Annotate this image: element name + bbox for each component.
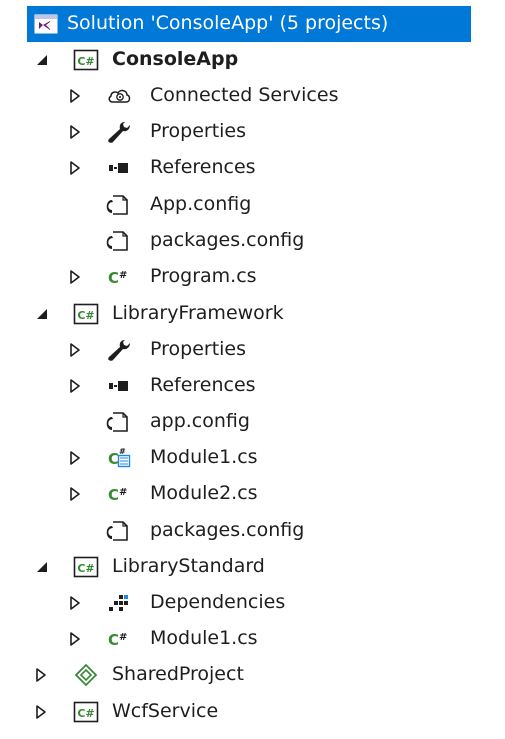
solution-explorer-tree: Solution 'ConsoleApp' (5 projects) Conso… — [0, 0, 505, 739]
references-icon — [106, 374, 132, 398]
config-file-icon — [104, 229, 130, 253]
shared-project-icon — [73, 663, 99, 687]
tree-item-label: Properties — [150, 120, 247, 142]
csharp-file-icon — [106, 482, 132, 506]
tree-item-properties[interactable]: Properties — [0, 114, 505, 150]
tree-item-module1-cs[interactable]: Module1.cs — [0, 440, 505, 476]
csharp-project-icon — [73, 48, 99, 72]
csharp-project-icon — [73, 555, 99, 579]
tree-item-properties[interactable]: Properties — [0, 332, 505, 368]
collapsed-arrow-icon[interactable] — [68, 269, 82, 285]
cloud-icon — [106, 84, 132, 108]
tree-item-dependencies[interactable]: Dependencies — [0, 585, 505, 621]
csharp-designer-icon — [106, 446, 132, 470]
dependencies-icon — [106, 591, 132, 615]
tree-item-label: Module1.cs — [150, 627, 258, 649]
csharp-file-icon — [106, 627, 132, 651]
project-node-sharedproject[interactable]: SharedProject — [0, 657, 505, 693]
tree-item-label: References — [150, 156, 256, 178]
tree-item-connected-services[interactable]: Connected Services — [0, 78, 505, 114]
tree-item-packages-config[interactable]: packages.config — [0, 513, 505, 549]
expanded-arrow-icon[interactable] — [35, 52, 49, 68]
tree-item-references[interactable]: References — [0, 368, 505, 404]
config-file-icon — [104, 410, 130, 434]
tree-item-label: Connected Services — [150, 84, 339, 106]
tree-item-label: packages.config — [150, 229, 305, 251]
tree-item-module1-cs[interactable]: Module1.cs — [0, 621, 505, 657]
project-node-consoleapp[interactable]: ConsoleApp — [0, 42, 505, 78]
project-label: LibraryFramework — [112, 302, 284, 324]
tree-item-module2-cs[interactable]: Module2.cs — [0, 476, 505, 512]
project-label: SharedProject — [112, 663, 244, 685]
tree-item-label: packages.config — [150, 519, 305, 541]
solution-label: Solution 'ConsoleApp' (5 projects) — [67, 12, 389, 34]
tree-item-app-config[interactable]: App.config — [0, 187, 505, 223]
project-node-wcfservice[interactable]: WcfService — [0, 694, 505, 730]
config-file-icon — [104, 519, 130, 543]
tree-item-label: Module2.cs — [150, 482, 258, 504]
collapsed-arrow-icon[interactable] — [34, 667, 48, 683]
project-node-libraryframework[interactable]: LibraryFramework — [0, 296, 505, 332]
project-label: ConsoleApp — [112, 48, 239, 70]
tree-item-references[interactable]: References — [0, 150, 505, 186]
collapsed-arrow-icon[interactable] — [68, 124, 82, 140]
solution-node[interactable]: Solution 'ConsoleApp' (5 projects) — [27, 6, 471, 42]
collapsed-arrow-icon[interactable] — [34, 704, 48, 720]
wrench-icon — [106, 120, 132, 144]
collapsed-arrow-icon[interactable] — [68, 378, 82, 394]
tree-item-label: Properties — [150, 338, 247, 360]
csharp-project-icon — [73, 302, 99, 326]
tree-item-label: app.config — [150, 410, 250, 432]
csharp-file-icon — [106, 265, 132, 289]
tree-item-packages-config[interactable]: packages.config — [0, 223, 505, 259]
collapsed-arrow-icon[interactable] — [68, 595, 82, 611]
csharp-project-icon — [73, 700, 99, 724]
expanded-arrow-icon[interactable] — [35, 559, 49, 575]
tree-item-label: Module1.cs — [150, 446, 258, 468]
tree-item-app-config[interactable]: app.config — [0, 404, 505, 440]
collapsed-arrow-icon[interactable] — [68, 631, 82, 647]
tree-item-label: References — [150, 374, 256, 396]
collapsed-arrow-icon[interactable] — [68, 450, 82, 466]
config-file-icon — [104, 193, 130, 217]
collapsed-arrow-icon[interactable] — [68, 88, 82, 104]
tree-item-program-cs[interactable]: Program.cs — [0, 259, 505, 295]
project-label: WcfService — [112, 700, 219, 722]
wrench-icon — [106, 338, 132, 362]
collapsed-arrow-icon[interactable] — [68, 342, 82, 358]
collapsed-arrow-icon[interactable] — [68, 160, 82, 176]
references-icon — [106, 156, 132, 180]
project-node-librarystandard[interactable]: LibraryStandard — [0, 549, 505, 585]
tree-item-label: App.config — [150, 193, 252, 215]
collapsed-arrow-icon[interactable] — [68, 486, 82, 502]
tree-item-label: Program.cs — [150, 265, 257, 287]
tree-item-label: Dependencies — [150, 591, 286, 613]
expanded-arrow-icon[interactable] — [35, 306, 49, 322]
visual-studio-solution-icon — [33, 12, 59, 36]
project-label: LibraryStandard — [112, 555, 265, 577]
